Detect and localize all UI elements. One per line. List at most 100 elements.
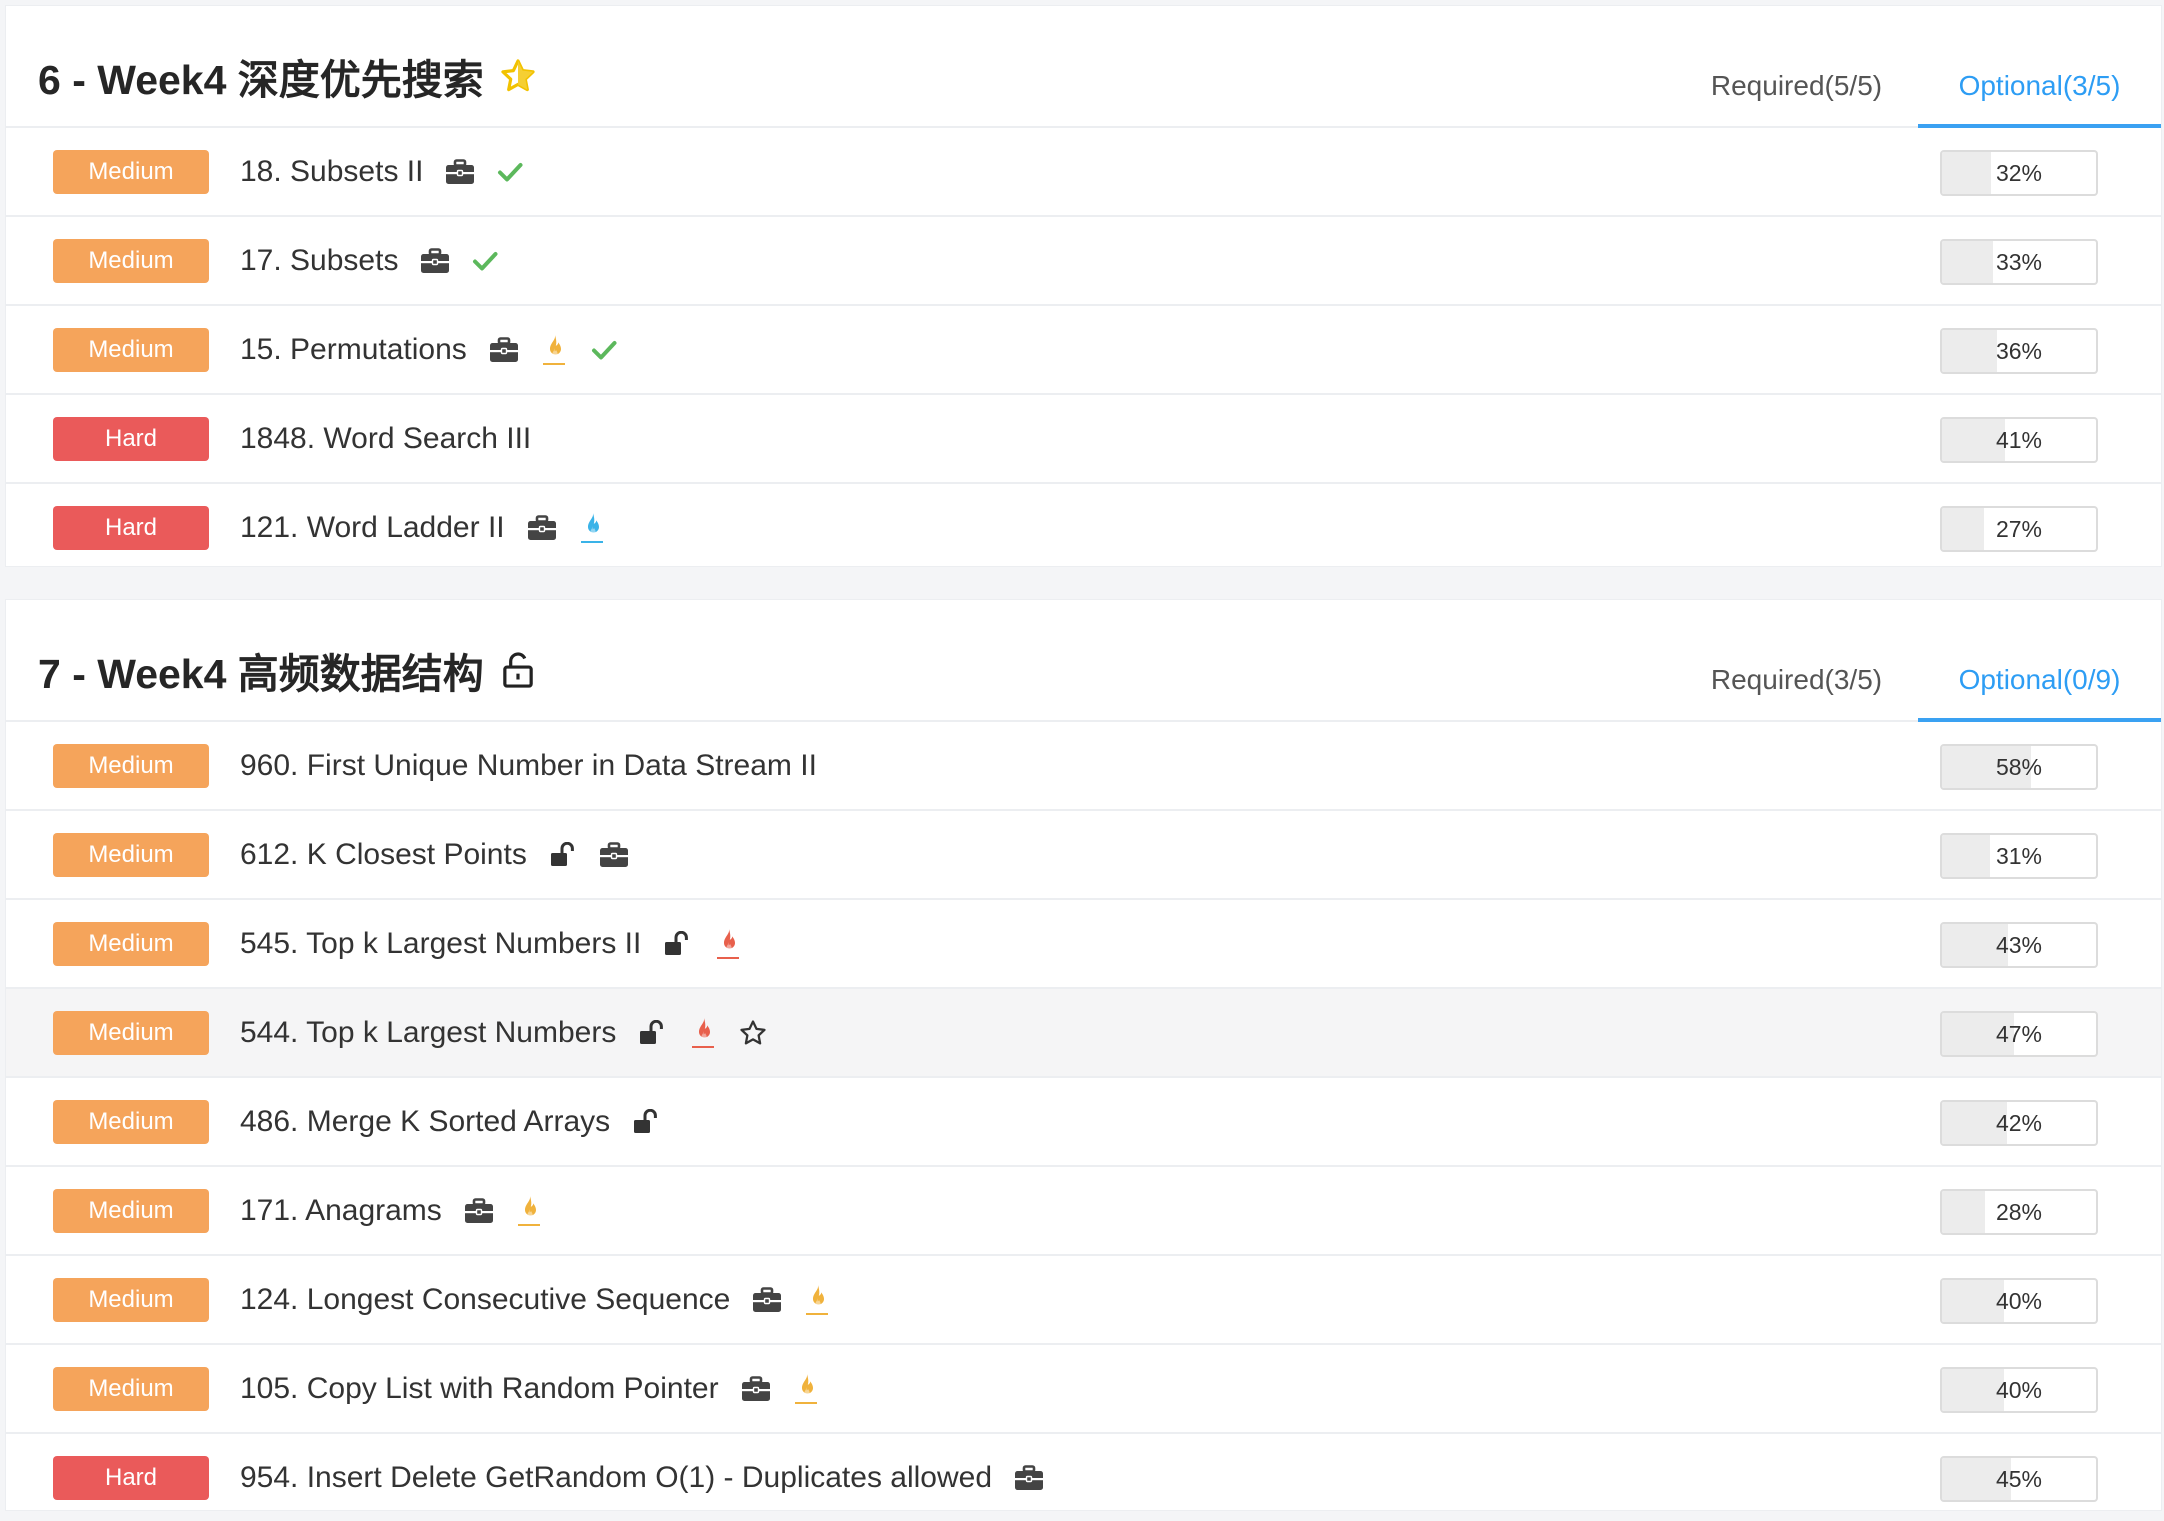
section-week4-data-structures: 7 - Week4 高频数据结构 Required(3/5) Optional(… (6, 600, 2161, 1510)
flame-blue-icon (577, 513, 607, 543)
problem-link[interactable]: 960. First Unique Number in Data Stream … (240, 749, 817, 783)
problem-row[interactable]: Medium 124. Longest Consecutive Sequence … (6, 1256, 2161, 1345)
acceptance-rate-label: 41% (1995, 427, 2043, 453)
problem-list: Medium 18. Subsets II 32% Medium 17. Subset… (6, 128, 2161, 571)
problem-link[interactable]: 15. Permutations (240, 333, 467, 367)
flame-orange-icon (514, 1196, 544, 1226)
briefcase-icon (599, 840, 629, 870)
acceptance-rate-bar: 40% (1940, 1367, 2098, 1413)
difficulty-badge: Medium (53, 833, 209, 877)
acceptance-rate-label: 40% (1995, 1377, 2043, 1403)
star-outline-icon[interactable] (738, 1018, 768, 1048)
problem-title-group: 612. K Closest Points (240, 811, 629, 898)
section-title: 7 - Week4 高频数据结构 (38, 640, 538, 700)
flame-red-icon (713, 929, 743, 959)
problem-row[interactable]: Hard 954. Insert Delete GetRandom O(1) - … (6, 1434, 2161, 1521)
problem-title-group: 954. Insert Delete GetRandom O(1) - Dupl… (240, 1434, 1044, 1521)
problem-link[interactable]: 544. Top k Largest Numbers (240, 1016, 616, 1050)
problem-link[interactable]: 17. Subsets (240, 244, 398, 278)
problem-link[interactable]: 486. Merge K Sorted Arrays (240, 1105, 610, 1139)
acceptance-rate-bar: 43% (1940, 922, 2098, 968)
problem-row[interactable]: Medium 544. Top k Largest Numbers 47% (6, 989, 2161, 1078)
unlock-icon (638, 1018, 668, 1048)
acceptance-rate-bar: 41% (1940, 417, 2098, 463)
section-title-text: 7 - Week4 高频数据结构 (38, 651, 484, 697)
section-header: 6 - Week4 深度优先搜索 Required(5/5) Optional(… (6, 6, 2161, 128)
briefcase-icon (464, 1196, 494, 1226)
section-tabs: Required(3/5) Optional(0/9) (1675, 656, 2161, 722)
problem-title-group: 545. Top k Largest Numbers II (240, 900, 743, 987)
section-header: 7 - Week4 高频数据结构 Required(3/5) Optional(… (6, 600, 2161, 722)
flame-orange-icon (802, 1285, 832, 1315)
unlock-icon (498, 650, 538, 690)
section-title-text: 6 - Week4 深度优先搜索 (38, 57, 484, 103)
problem-list-page: 6 - Week4 深度优先搜索 Required(5/5) Optional(… (0, 0, 2164, 1520)
problem-link[interactable]: 121. Word Ladder II (240, 511, 505, 545)
tab-required[interactable]: Required(5/5) (1675, 62, 1918, 126)
problem-row[interactable]: Hard 121. Word Ladder II 27% (6, 484, 2161, 571)
section-title: 6 - Week4 深度优先搜索 (38, 46, 538, 106)
acceptance-rate-bar: 42% (1940, 1100, 2098, 1146)
acceptance-rate-label: 27% (1995, 516, 2043, 542)
star-outline-icon[interactable] (498, 56, 538, 96)
problem-link[interactable]: 612. K Closest Points (240, 838, 527, 872)
flame-red-icon (688, 1018, 718, 1048)
acceptance-rate-bar: 36% (1940, 328, 2098, 374)
acceptance-rate-label: 40% (1995, 1288, 2043, 1314)
check-icon (589, 335, 619, 365)
problem-row[interactable]: Medium 960. First Unique Number in Data S… (6, 722, 2161, 811)
problem-link[interactable]: 171. Anagrams (240, 1194, 442, 1228)
briefcase-icon (1014, 1463, 1044, 1493)
problem-title-group: 105. Copy List with Random Pointer (240, 1345, 821, 1432)
problem-row[interactable]: Medium 15. Permutations 36% (6, 306, 2161, 395)
difficulty-badge: Medium (53, 922, 209, 966)
problem-row[interactable]: Medium 171. Anagrams 28% (6, 1167, 2161, 1256)
briefcase-icon (752, 1285, 782, 1315)
briefcase-icon (445, 157, 475, 187)
problem-title-group: 121. Word Ladder II (240, 484, 607, 571)
acceptance-rate-label: 43% (1995, 932, 2043, 958)
acceptance-rate-label: 33% (1995, 249, 2043, 275)
difficulty-badge: Medium (53, 239, 209, 283)
briefcase-icon (420, 246, 450, 276)
acceptance-rate-label: 58% (1995, 754, 2043, 780)
check-icon (495, 157, 525, 187)
problem-title-group: 15. Permutations (240, 306, 619, 393)
tab-optional[interactable]: Optional(0/9) (1918, 656, 2161, 722)
problem-row[interactable]: Medium 545. Top k Largest Numbers II 43% (6, 900, 2161, 989)
acceptance-rate-label: 36% (1995, 338, 2043, 364)
acceptance-rate-bar: 47% (1940, 1011, 2098, 1057)
acceptance-rate-label: 32% (1995, 160, 2043, 186)
problem-row[interactable]: Hard 1848. Word Search III 41% (6, 395, 2161, 484)
problem-row[interactable]: Medium 486. Merge K Sorted Arrays 42% (6, 1078, 2161, 1167)
problem-title-group: 544. Top k Largest Numbers (240, 989, 768, 1076)
problem-link[interactable]: 954. Insert Delete GetRandom O(1) - Dupl… (240, 1461, 992, 1495)
problem-title-group: 18. Subsets II (240, 128, 525, 215)
tab-required[interactable]: Required(3/5) (1675, 656, 1918, 720)
problem-link[interactable]: 1848. Word Search III (240, 422, 531, 456)
difficulty-badge: Medium (53, 1367, 209, 1411)
acceptance-rate-bar: 58% (1940, 744, 2098, 790)
section-week4-dfs: 6 - Week4 深度优先搜索 Required(5/5) Optional(… (6, 6, 2161, 566)
acceptance-rate-bar: 31% (1940, 833, 2098, 879)
difficulty-badge: Medium (53, 328, 209, 372)
acceptance-rate-bar: 28% (1940, 1189, 2098, 1235)
difficulty-badge: Medium (53, 744, 209, 788)
acceptance-rate-bar: 32% (1940, 150, 2098, 196)
briefcase-icon (741, 1374, 771, 1404)
problem-row[interactable]: Medium 18. Subsets II 32% (6, 128, 2161, 217)
problem-link[interactable]: 105. Copy List with Random Pointer (240, 1372, 719, 1406)
flame-orange-icon (791, 1374, 821, 1404)
problem-row[interactable]: Medium 105. Copy List with Random Pointer… (6, 1345, 2161, 1434)
problem-link[interactable]: 545. Top k Largest Numbers II (240, 927, 641, 961)
problem-link[interactable]: 124. Longest Consecutive Sequence (240, 1283, 730, 1317)
problem-row[interactable]: Medium 17. Subsets 33% (6, 217, 2161, 306)
problem-title-group: 124. Longest Consecutive Sequence (240, 1256, 832, 1343)
problem-link[interactable]: 18. Subsets II (240, 155, 423, 189)
difficulty-badge: Hard (53, 1456, 209, 1500)
problem-row[interactable]: Medium 612. K Closest Points 31% (6, 811, 2161, 900)
unlock-icon (632, 1107, 662, 1137)
check-icon (470, 246, 500, 276)
difficulty-badge: Hard (53, 506, 209, 550)
tab-optional[interactable]: Optional(3/5) (1918, 62, 2161, 128)
